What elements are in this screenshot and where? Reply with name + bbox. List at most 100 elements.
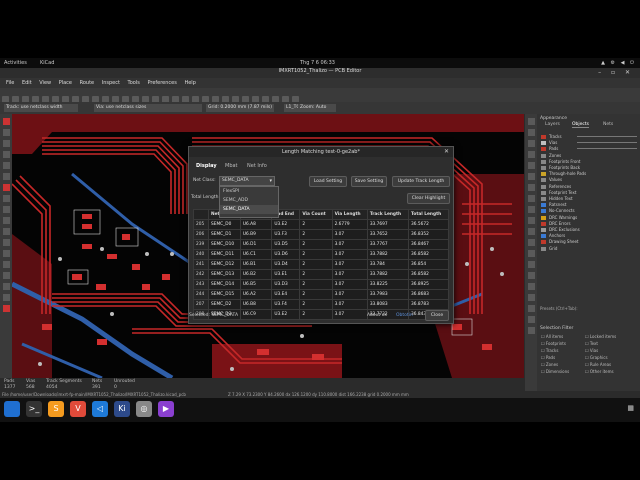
column-header[interactable]	[193, 209, 209, 220]
color-swatch[interactable]	[541, 153, 546, 158]
add-text-icon[interactable]	[527, 283, 535, 290]
curved-ratsnest-icon[interactable]	[2, 195, 10, 202]
units-mm-icon[interactable]	[2, 162, 10, 169]
close-icon[interactable]: ✕	[444, 147, 449, 157]
route-diff-pair-icon[interactable]	[527, 173, 535, 180]
menu-file[interactable]: File	[6, 78, 14, 88]
select-icon[interactable]	[527, 118, 535, 125]
menu-help[interactable]: Help	[184, 78, 195, 88]
object-row[interactable]: Ratsnest	[541, 202, 566, 208]
column-header[interactable]: Via Length	[331, 209, 368, 220]
object-row[interactable]: Tracks	[541, 134, 637, 139]
kicad-icon[interactable]: Ki	[114, 401, 130, 417]
draw-line-icon[interactable]	[527, 228, 535, 235]
zone-outline-icon[interactable]	[2, 217, 10, 224]
tune-length-icon[interactable]	[527, 184, 535, 191]
color-swatch[interactable]	[541, 209, 546, 214]
tab-display[interactable]: Display	[196, 163, 217, 169]
tab-layers[interactable]: Layers	[545, 122, 560, 127]
high-contrast-icon[interactable]	[2, 272, 10, 279]
net-class-select[interactable]: SEMC_DATA ▾	[219, 176, 275, 186]
measure-icon[interactable]	[527, 327, 535, 334]
table-row[interactable]: 206 SEMC_D1 U6.B9 U3.F3 2 3.07 33.7652 36.8352	[193, 229, 449, 240]
selection-filter-checkbox[interactable]: ☐ Vias	[585, 348, 598, 353]
selection-filter-checkbox[interactable]: ☐ Pads	[541, 355, 555, 360]
highlight-net-icon[interactable]	[527, 129, 535, 136]
via-outline-icon[interactable]	[2, 239, 10, 246]
dimension-icon[interactable]	[527, 294, 535, 301]
zone-fill-icon[interactable]	[2, 206, 10, 213]
save-setting-button[interactable]: Save Setting	[351, 176, 387, 187]
contrast-icon[interactable]	[2, 261, 10, 268]
clock[interactable]: Thg 7 6 06:33	[300, 60, 335, 66]
draw-circle-icon[interactable]	[527, 261, 535, 268]
menu-edit[interactable]: Edit	[22, 78, 32, 88]
load-setting-button[interactable]: Load Setting	[309, 176, 347, 187]
object-row[interactable]: Footprint Text	[541, 190, 576, 195]
chrome-icon[interactable]: ◎	[136, 401, 152, 417]
origin-icon[interactable]	[527, 316, 535, 323]
table-row[interactable]: 205 SEMC_D0 U6.A8 U3.E2 2 2.6779 33.7697 36.567…	[193, 219, 449, 230]
menu-inspect[interactable]: Inspect	[102, 78, 120, 88]
color-swatch[interactable]	[541, 147, 546, 152]
table-row[interactable]: 207 SEMC_D2 U6.B8 U3.F4 2 3.07 33.8083 36.8783	[193, 299, 449, 310]
color-swatch[interactable]	[541, 215, 546, 220]
polar-coords-icon[interactable]	[2, 140, 10, 147]
column-header[interactable]: Track Length	[366, 209, 410, 220]
color-swatch[interactable]	[541, 240, 546, 245]
object-row[interactable]: Pads	[541, 146, 637, 152]
clear-highlight-button[interactable]: Clear Highlight	[407, 193, 450, 204]
add-via-icon[interactable]	[527, 195, 535, 202]
object-row[interactable]: Footprints Back	[541, 165, 580, 170]
color-swatch[interactable]	[541, 246, 546, 251]
object-row[interactable]: DRC Warnings	[541, 215, 577, 220]
object-row[interactable]: Footprints Front	[541, 159, 581, 164]
selection-filter-checkbox[interactable]: ☐ All items	[541, 334, 563, 339]
color-swatch[interactable]	[541, 197, 546, 201]
table-row[interactable]: 239 SEMC_D10 U6.D1 U3.D5 2 3.07 33.7767 36.8467	[193, 239, 449, 250]
terminal-icon[interactable]: >_	[26, 401, 42, 417]
delete-icon[interactable]	[527, 305, 535, 312]
object-row[interactable]: DRC Errors	[541, 221, 571, 226]
sublime-icon[interactable]: S	[48, 401, 64, 417]
selection-filter-checkbox[interactable]: ☐ Graphics	[585, 355, 608, 360]
draw-polygon-icon[interactable]	[527, 272, 535, 279]
object-row[interactable]: No-Connects	[541, 208, 575, 214]
drc-marker-icon[interactable]	[2, 118, 10, 125]
selection-filter-checkbox[interactable]: ☐ Zones	[541, 362, 558, 367]
selection-filter-checkbox[interactable]: ☐ Rule Areas	[585, 362, 611, 367]
tab-objects[interactable]: Objects	[572, 122, 590, 128]
units-inch-icon[interactable]	[2, 151, 10, 158]
opacity-slider[interactable]	[577, 148, 637, 150]
show-apps-icon[interactable]: ▦	[627, 404, 634, 412]
object-row[interactable]: Hidden Text	[541, 196, 573, 201]
object-row[interactable]: Zones	[541, 153, 561, 158]
color-swatch[interactable]	[541, 228, 546, 232]
local-ratsnest-icon[interactable]	[527, 140, 535, 147]
selection-filter-checkbox[interactable]: ☐ Footprints	[541, 341, 566, 346]
column-header[interactable]: Total Length	[408, 209, 449, 220]
color-swatch[interactable]	[541, 166, 546, 170]
object-row[interactable]: Values	[541, 177, 562, 183]
update-track-length-button[interactable]: Update Track Length	[392, 176, 450, 187]
object-row[interactable]: Anchors	[541, 233, 565, 239]
activities-button[interactable]: Activities	[4, 60, 27, 66]
color-swatch[interactable]	[541, 190, 546, 195]
table-row[interactable]: 243 SEMC_D14 U6.B5 U3.D3 2 3.07 33.8225 36.8925	[193, 279, 449, 290]
pad-outline-icon[interactable]	[2, 228, 10, 235]
add-zone-icon[interactable]	[527, 206, 535, 213]
media-icon[interactable]: ▶	[158, 401, 174, 417]
ratsnest-icon[interactable]	[2, 184, 10, 191]
close-button[interactable]: Close	[425, 310, 449, 321]
object-row[interactable]: Through-hole Pads	[541, 171, 586, 177]
net-color-icon[interactable]	[2, 283, 10, 290]
object-row[interactable]: References	[541, 184, 571, 189]
selection-filter-checkbox[interactable]: ☐ Other items	[585, 369, 614, 374]
selection-filter-checkbox[interactable]: ☐ Locked items	[585, 334, 616, 339]
color-swatch[interactable]	[541, 184, 546, 189]
color-swatch[interactable]	[541, 234, 546, 239]
dropdown-option[interactable]: FlexSPI	[220, 187, 278, 196]
via-size-select[interactable]: Via: use netclass sizes	[94, 104, 202, 112]
app-menu[interactable]: KiCad	[40, 60, 54, 66]
color-swatch[interactable]	[541, 172, 546, 177]
